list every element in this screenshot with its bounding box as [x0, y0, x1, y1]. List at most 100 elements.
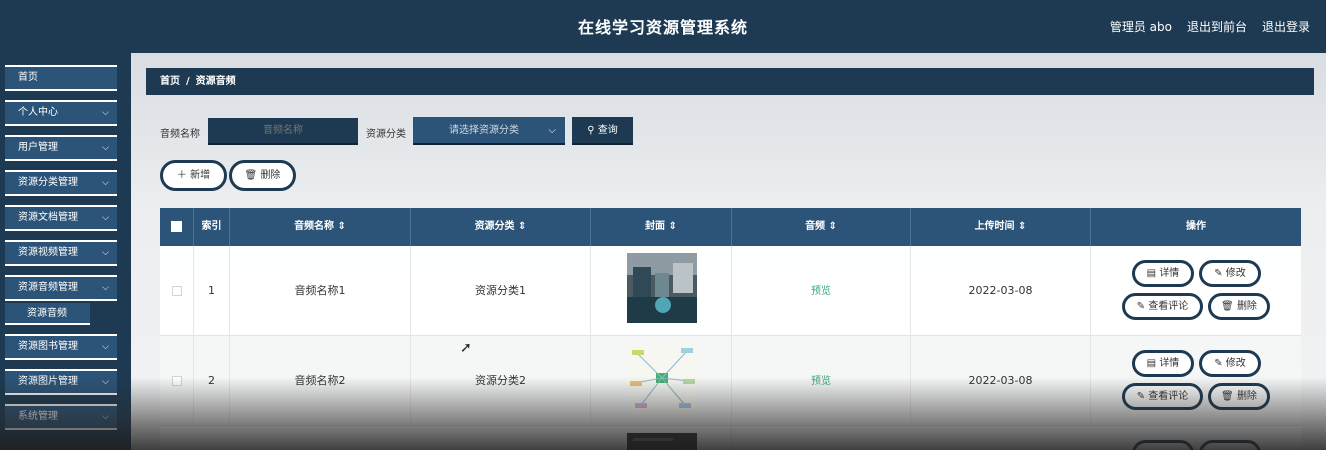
header-actions: 操作 [1186, 221, 1206, 232]
header-category[interactable]: 资源分类 ⇕ [411, 208, 591, 246]
sidebar-item-document-management[interactable]: 资源文档管理 ⌵ [5, 205, 117, 231]
mouse-cursor-icon: ➚ [460, 340, 472, 356]
plus-icon: ＋ [176, 170, 187, 181]
chevron-down-icon: ⌵ [102, 143, 109, 153]
add-button[interactable]: ＋ 新增 [160, 160, 227, 191]
row-category: 资源分类1 [411, 246, 591, 336]
pencil-icon: ✎ [1136, 391, 1146, 402]
cover-image [627, 253, 697, 323]
cover-image [627, 433, 697, 450]
sidebar-item-category-management[interactable]: 资源分类管理 ⌵ [5, 170, 117, 196]
row-delete-button[interactable]: 🗑 删除 [1208, 383, 1270, 410]
chevron-down-icon: ⌵ [102, 377, 109, 387]
row-audio-name: 音频名称1 [230, 246, 411, 336]
sidebar-item-book-management[interactable]: 资源图书管理 ⌵ [5, 334, 117, 360]
detail-button[interactable]: ▤ 详情 [1132, 350, 1194, 377]
sidebar-item-label: 资源视频管理 [18, 247, 78, 258]
chevron-down-icon: ⌵ [102, 342, 109, 352]
edit-button-label: 修改 [1225, 268, 1246, 279]
audio-name-input[interactable] [208, 118, 358, 145]
document-icon: ▤ [1146, 268, 1157, 279]
sidebar-item-personal-center[interactable]: 个人中心 ⌵ [5, 100, 117, 126]
sidebar-item-label: 个人中心 [18, 107, 58, 118]
view-comments-button[interactable]: ✎ 查看评论 [1122, 293, 1203, 320]
exit-front-link[interactable]: 退出到前台 [1187, 18, 1247, 35]
edit-button[interactable]: ✎ 修改 [1199, 260, 1261, 287]
row-select-cell [160, 336, 194, 426]
sidebar-item-image-management[interactable]: 资源图片管理 ⌵ [5, 369, 117, 395]
table-header: 索引 音频名称 ⇕ 资源分类 ⇕ 封面 ⇕ 音频 ⇕ 上传时间 ⇕ 操作 [160, 208, 1301, 246]
top-bar: 在线学习资源管理系统 管理员 abo 退出到前台 退出登录 [0, 0, 1326, 53]
edit-button[interactable] [1199, 440, 1261, 450]
pencil-icon: ✎ [1214, 268, 1223, 279]
header-index: 索引 [194, 208, 230, 246]
header-upload-time-label: 上传时间 [974, 221, 1015, 232]
detail-button[interactable]: ▤ 详情 [1132, 260, 1194, 287]
view-comments-button[interactable]: ✎ 查看评论 [1122, 383, 1203, 410]
header-cover-label: 封面 [645, 221, 666, 232]
sidebar-item-label: 首页 [18, 72, 38, 83]
row-audio-name: 音频名称2 [230, 336, 411, 426]
row-actions-cell: ▤ 详情 ✎ 修改 ✎ 查看评论 🗑 删除 [1091, 246, 1301, 336]
cover-image [627, 343, 697, 413]
document-icon: ▤ [1146, 358, 1157, 369]
detail-button[interactable] [1132, 440, 1194, 450]
breadcrumb-home[interactable]: 首页 [160, 76, 180, 87]
trash-icon: 🗑 [1221, 391, 1234, 402]
row-cover-cell [591, 426, 732, 450]
sidebar-item-system-management[interactable]: 系统管理 ⌵ [5, 404, 117, 430]
sidebar-item-label: 资源图书管理 [18, 341, 78, 352]
chevron-down-icon: ⌵ [102, 108, 109, 118]
sidebar-item-video-management[interactable]: 资源视频管理 ⌵ [5, 240, 117, 266]
row-actions-cell [1091, 426, 1301, 450]
preview-link[interactable]: 预览 [811, 286, 831, 297]
top-links: 管理员 abo 退出到前台 退出登录 [1110, 18, 1310, 35]
batch-delete-button-label: 删除 [260, 170, 281, 181]
chevron-down-icon: ⌵ [102, 412, 109, 422]
header-audio-name-label: 音频名称 [294, 221, 335, 232]
chevron-down-icon: ⌵ [548, 125, 556, 136]
row-cover-cell [591, 246, 732, 336]
table-row [160, 426, 1301, 450]
breadcrumb: 首页 / 资源音频 [146, 68, 1314, 95]
main-content: 首页 / 资源音频 音频名称 资源分类 请选择资源分类 ⌵ ⚲ 查询 ＋ 新增 🗑 … [131, 53, 1326, 450]
preview-link[interactable]: 预览 [811, 376, 831, 387]
sidebar-item-home[interactable]: 首页 [5, 65, 117, 91]
sidebar-item-user-management[interactable]: 用户管理 ⌵ [5, 135, 117, 161]
row-delete-button-label: 删除 [1236, 391, 1257, 402]
chevron-down-icon: ⌵ [102, 283, 109, 293]
sidebar-item-label: 资源分类管理 [18, 177, 78, 188]
sidebar-item-label: 系统管理 [18, 411, 58, 422]
header-upload-time[interactable]: 上传时间 ⇕ [911, 208, 1091, 246]
header-audio-label: 音频 [805, 221, 826, 232]
chevron-down-icon: ⌵ [102, 213, 109, 223]
row-checkbox[interactable] [171, 376, 182, 386]
edit-button[interactable]: ✎ 修改 [1199, 350, 1261, 377]
header-audio-name[interactable]: 音频名称 ⇕ [230, 208, 411, 246]
detail-button-label: 详情 [1159, 358, 1180, 369]
sidebar-subitem-audio[interactable]: 资源音频 [5, 303, 90, 325]
breadcrumb-current: 资源音频 [195, 76, 236, 87]
sidebar-item-label: 资源音频管理 [18, 282, 78, 293]
header-audio[interactable]: 音频 ⇕ [732, 208, 911, 246]
row-audio-cell: 预览 [732, 246, 911, 336]
header-cover[interactable]: 封面 ⇕ [591, 208, 732, 246]
edit-button-label: 修改 [1225, 358, 1246, 369]
admin-label: 管理员 abo [1109, 20, 1172, 34]
sidebar-item-label: 资源文档管理 [18, 212, 78, 223]
query-button[interactable]: ⚲ 查询 [572, 117, 633, 145]
row-select-cell [160, 246, 194, 336]
sidebar-item-audio-management[interactable]: 资源音频管理 ⌵ [5, 275, 117, 301]
category-select[interactable]: 请选择资源分类 ⌵ [413, 117, 565, 145]
view-comments-button-label: 查看评论 [1148, 301, 1189, 312]
category-label: 资源分类 [366, 129, 406, 140]
row-audio-cell: 预览 [732, 336, 911, 426]
logout-link[interactable]: 退出登录 [1262, 18, 1310, 35]
batch-delete-button[interactable]: 🗑 删除 [229, 160, 296, 191]
table-row: 1 音频名称1 资源分类1 预览 2022-03-08 ▤ 详情 ✎ 修改 ✎ … [160, 246, 1301, 336]
row-category: 资源分类2 [411, 336, 591, 426]
row-index: 1 [194, 246, 230, 336]
select-all-checkbox[interactable] [171, 220, 182, 232]
row-checkbox[interactable] [171, 286, 182, 296]
row-delete-button[interactable]: 🗑 删除 [1208, 293, 1270, 320]
